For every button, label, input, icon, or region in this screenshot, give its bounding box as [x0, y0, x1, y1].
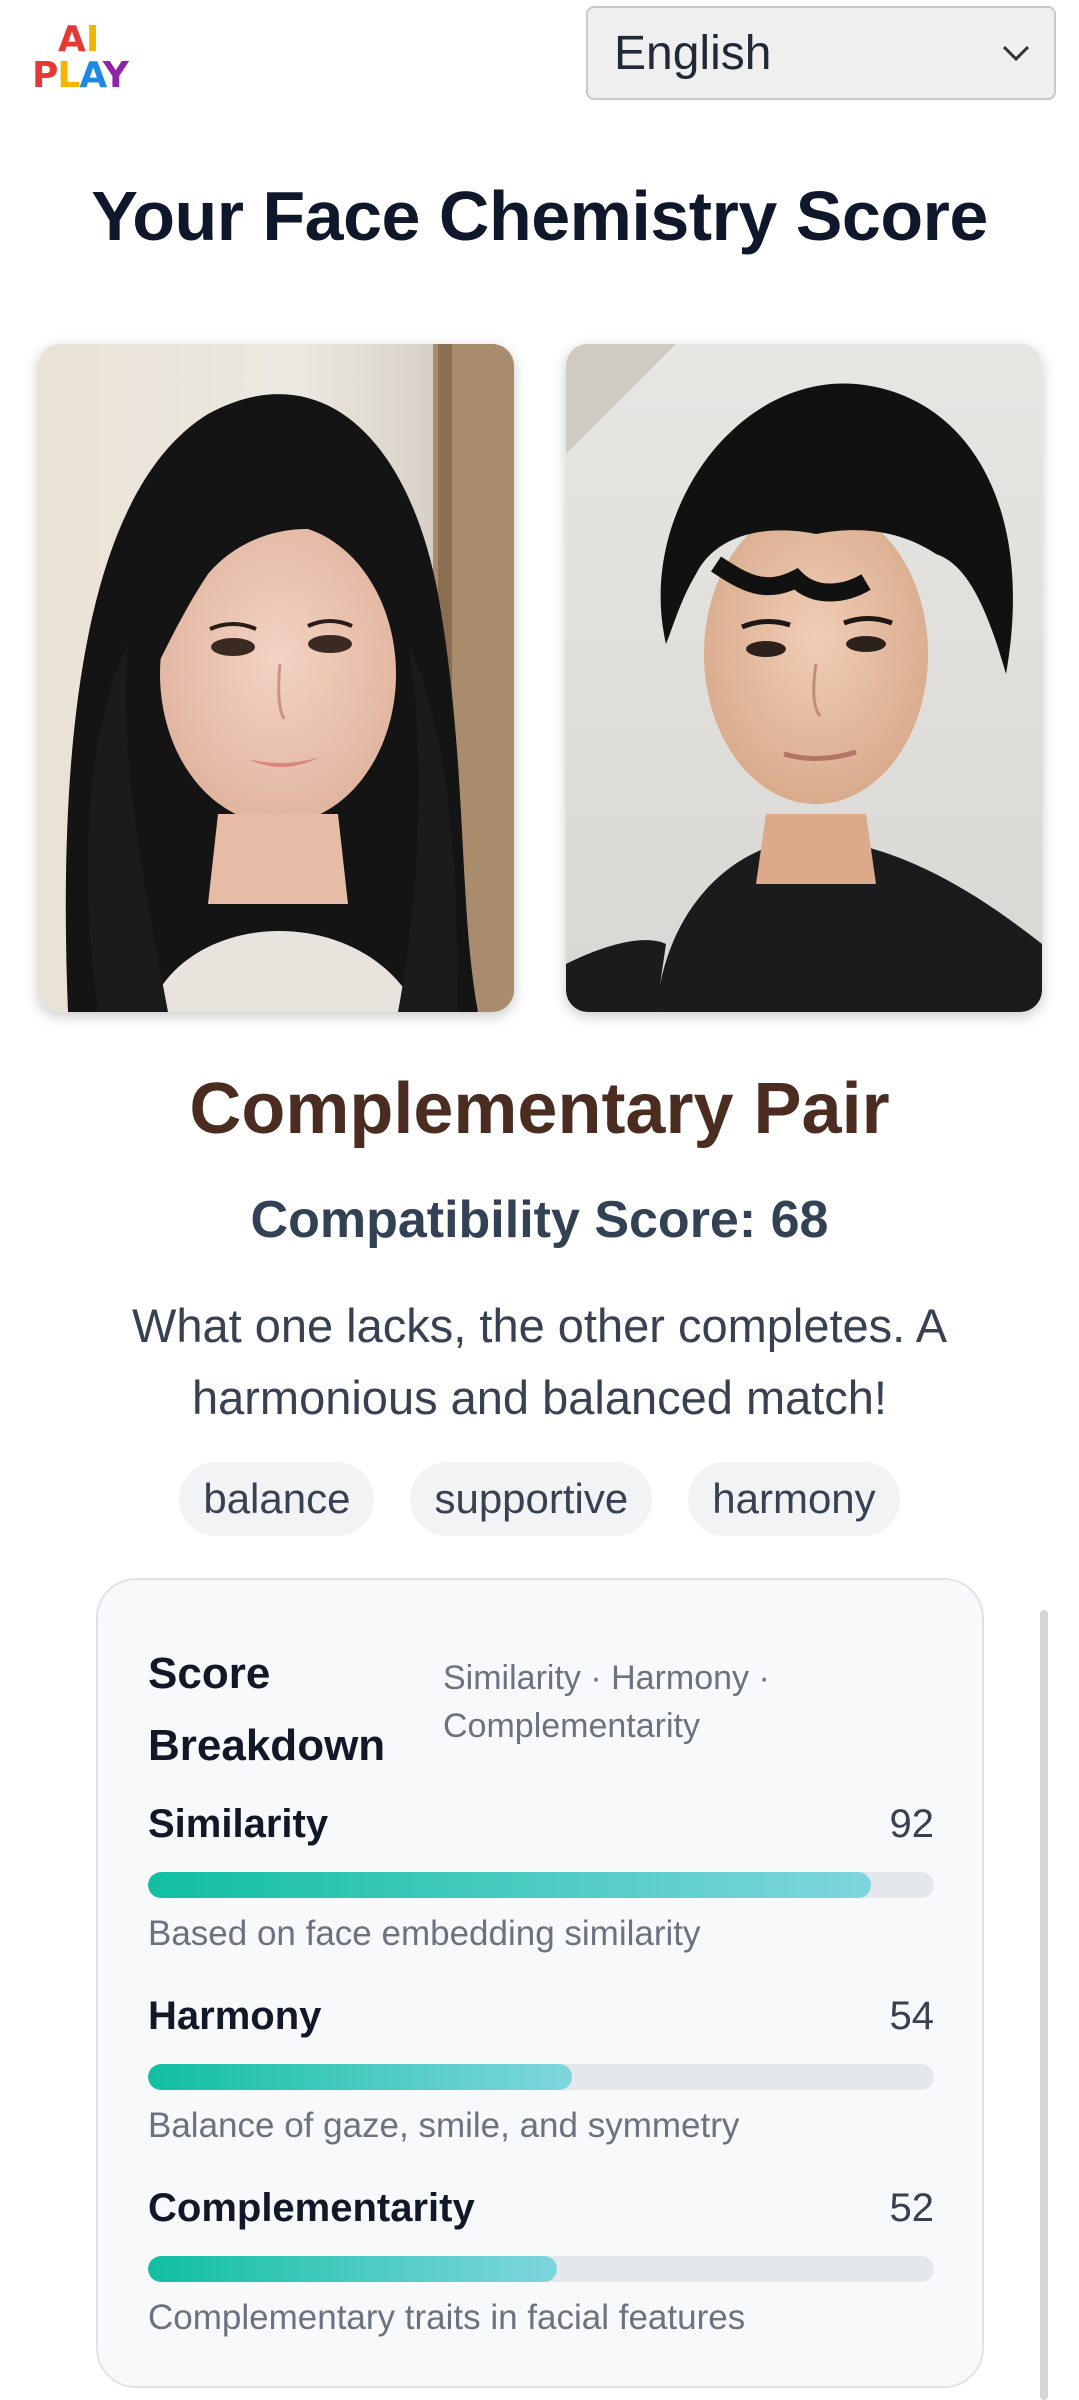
page-scrollbar[interactable] — [1040, 1610, 1048, 2400]
page-title: Your Face Chemistry Score — [91, 177, 988, 255]
progress-fill — [148, 2064, 573, 2090]
ai-play-logo[interactable]: AI PLAY — [32, 22, 136, 102]
metric-note: Complementary traits in facial features — [148, 2298, 746, 2337]
logo-line-play: PLAY — [32, 55, 129, 96]
metric-name: Similarity — [148, 1802, 329, 1846]
logo-line-ai: AI — [58, 19, 100, 60]
man-portrait-photo — [566, 344, 1042, 1012]
metric-complementarity: Complementarity 52 Complementary traits … — [148, 2186, 934, 2346]
photo-person-1 — [38, 344, 514, 1012]
result-description: What one lacks, the other completes. A h… — [131, 1299, 948, 1424]
result-title: Complementary Pair — [189, 1069, 890, 1149]
trait-tags: balance supportive harmony — [0, 1462, 1079, 1536]
tag-chip: supportive — [410, 1462, 653, 1536]
progress-track — [148, 1872, 934, 1898]
compatibility-score: Compatibility Score: 68 — [250, 1191, 829, 1249]
metric-value: 52 — [889, 2186, 935, 2230]
face-chemistry-page: AI PLAY English Your Face Chemistry Scor… — [0, 0, 1079, 2400]
woman-portrait-photo — [38, 344, 514, 1012]
progress-track — [148, 2256, 934, 2282]
metric-note: Balance of gaze, smile, and symmetry — [148, 2106, 740, 2145]
language-select[interactable]: English — [586, 6, 1056, 100]
metric-name: Complementarity — [148, 2186, 475, 2230]
score-breakdown-card: Score Breakdown Similarity · Harmony · C… — [96, 1578, 984, 2388]
tag-chip: harmony — [688, 1462, 900, 1536]
metric-name: Harmony — [148, 1994, 322, 2038]
metric-value: 92 — [889, 1802, 935, 1846]
progress-fill — [148, 1872, 872, 1898]
chevron-down-icon — [1002, 45, 1030, 62]
language-selected-value: English — [614, 26, 772, 80]
progress-fill — [148, 2256, 557, 2282]
photo-person-2 — [566, 344, 1042, 1012]
breakdown-title: Score Breakdown — [148, 1649, 386, 1770]
metric-harmony: Harmony 54 Balance of gaze, smile, and s… — [148, 1994, 934, 2154]
breakdown-subtitle: Similarity · Harmony · Complementarity — [443, 1659, 770, 1745]
metric-value: 54 — [889, 1994, 935, 2038]
tag-chip: balance — [179, 1462, 375, 1536]
progress-track — [148, 2064, 934, 2090]
metric-note: Based on face embedding similarity — [148, 1914, 701, 1953]
metric-similarity: Similarity 92 Based on face embedding si… — [148, 1802, 934, 1962]
